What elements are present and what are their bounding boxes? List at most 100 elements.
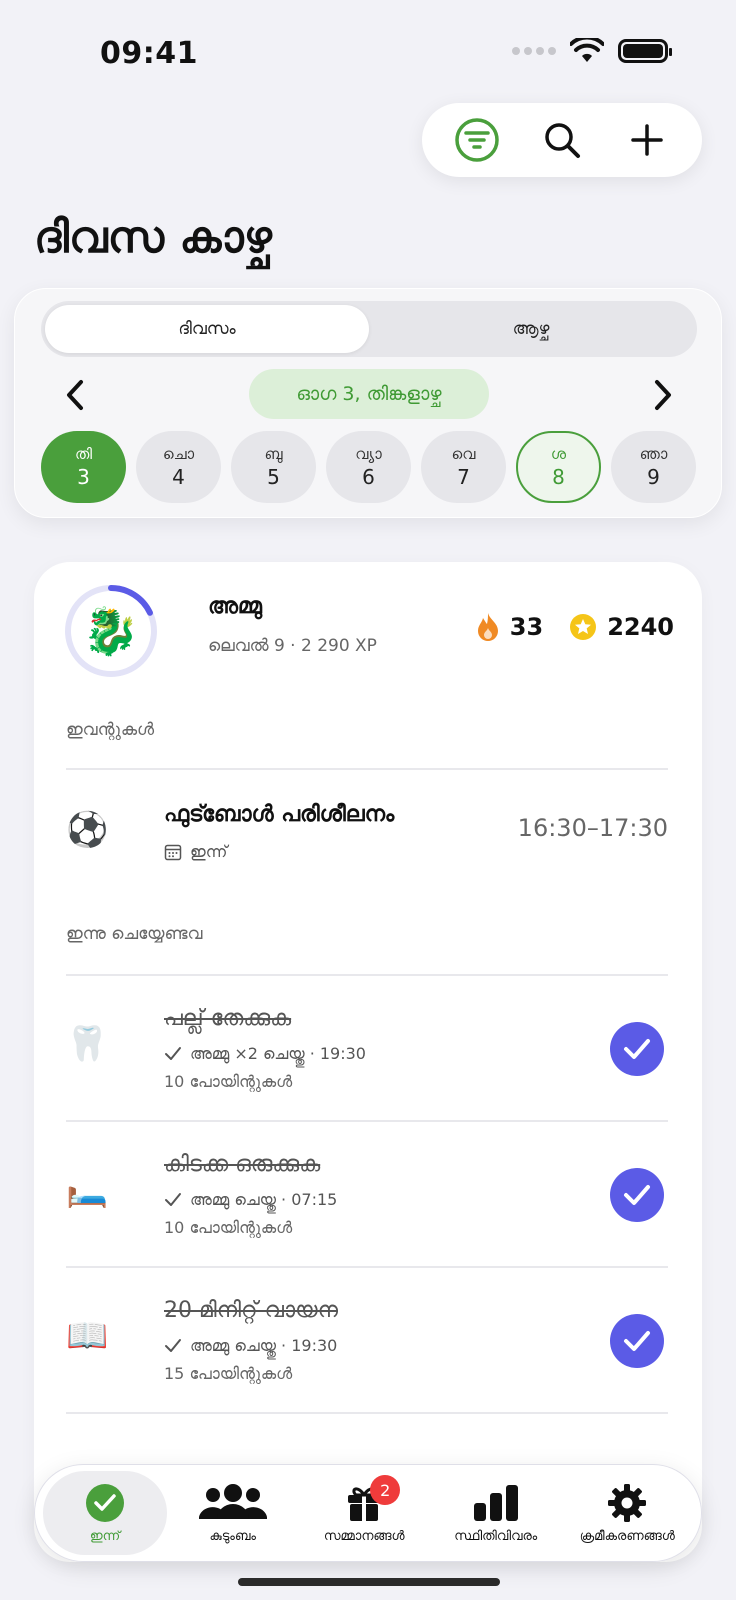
book-icon: 📖 xyxy=(66,1316,109,1356)
day-chip[interactable]: വ്യാ 6 xyxy=(326,431,411,503)
checkmark-icon xyxy=(624,1331,650,1351)
tooth-icon: 🦷 xyxy=(66,1024,109,1064)
todo-meta-text: അമ്മു ചെയ്തു · 07:15 xyxy=(190,1190,338,1209)
profile-name: അമ്മു xyxy=(208,594,262,619)
tab-settings[interactable]: ക്രമീകരണങ്ങൾ xyxy=(562,1471,694,1555)
tab-label: സ്ഥിതിവിവരം xyxy=(454,1528,538,1544)
day-label: വെ xyxy=(451,445,476,463)
profile-level: ലെവൽ 9 · 2 290 XP xyxy=(208,636,377,656)
day-number: 4 xyxy=(172,465,185,489)
todo-complete-toggle[interactable] xyxy=(610,1168,664,1222)
battery-icon xyxy=(618,39,672,63)
page-title: ദിവസ കാഴ്ച xyxy=(34,212,272,263)
todo-title: 20 മിനിറ്റ് വായന xyxy=(164,1298,338,1323)
day-number: 3 xyxy=(77,465,90,489)
checkmark-icon xyxy=(624,1185,650,1205)
search-button[interactable] xyxy=(534,112,590,168)
day-number: 7 xyxy=(457,465,470,489)
todo-meta-text: അമ്മു ചെയ്തു · 19:30 xyxy=(190,1336,338,1355)
event-title: ഫുട്ബോൾ പരിശീലനം xyxy=(164,802,395,827)
view-segmented-control: ദിവസം ആഴ്ച xyxy=(41,301,697,357)
day-chip[interactable]: ശ8 xyxy=(516,431,601,503)
day-chip[interactable]: ഞാ 9 xyxy=(611,431,696,503)
chevron-left-icon xyxy=(67,380,83,410)
status-icons xyxy=(512,38,672,64)
star-coin-icon xyxy=(570,614,597,640)
tab-label: സമ്മാനങ്ങൾ xyxy=(323,1528,405,1544)
todo-row[interactable]: 📖 20 മിനിറ്റ് വായന അമ്മു ചെയ്തു · 19:30 … xyxy=(66,1268,668,1412)
calendar-icon xyxy=(164,844,182,861)
filter-icon xyxy=(454,118,499,162)
signal-icon xyxy=(512,47,556,55)
todo-row[interactable]: 🛏️ കിടക്ക ഒരുക്കുക അമ്മു ചെയ്തു · 07:15 … xyxy=(66,1122,668,1266)
soccer-ball-icon: ⚽ xyxy=(66,810,109,850)
event-time: 16:30–17:30 xyxy=(517,814,668,842)
event-when-label: ഇന്ന് xyxy=(190,842,228,861)
todo-title: കിടക്ക ഒരുക്കുക xyxy=(164,1152,321,1177)
tab-label: കുടുംബം xyxy=(209,1528,256,1544)
day-chip[interactable]: ബു 5 xyxy=(231,431,316,503)
checkmark-icon xyxy=(165,1193,181,1206)
people-icon xyxy=(198,1483,267,1519)
day-label: ശ xyxy=(550,445,567,463)
todo-points: 10 പോയിന്റുകൾ xyxy=(164,1072,293,1091)
checkmark-icon xyxy=(624,1039,650,1059)
tab-stats[interactable]: സ്ഥിതിവിവരം xyxy=(430,1471,562,1555)
todo-meta: അമ്മു ചെയ്തു · 19:30 xyxy=(164,1336,337,1356)
day-number: 9 xyxy=(647,465,660,489)
day-chip[interactable]: വെ 7 xyxy=(421,431,506,503)
points-count: 2240 xyxy=(607,613,674,641)
day-label: വ്യാ xyxy=(355,445,382,463)
todo-points: 10 പോയിന്റുകൾ xyxy=(164,1218,293,1237)
todo-meta: അമ്മു ×2 ചെയ്തു · 19:30 xyxy=(164,1044,366,1064)
add-button[interactable] xyxy=(619,112,675,168)
chevron-right-icon xyxy=(655,380,671,410)
search-icon xyxy=(545,123,580,158)
status-time: 09:41 xyxy=(100,36,198,71)
profile-header[interactable]: 🐉 അമ്മു ലെവൽ 9 · 2 290 XP 33 2240 xyxy=(64,584,674,680)
day-chip[interactable]: ചൊ 4 xyxy=(136,431,221,503)
home-indicator xyxy=(238,1578,500,1586)
todo-title: പല്ല് തേക്കുക xyxy=(164,1006,292,1031)
todo-complete-toggle[interactable] xyxy=(610,1022,664,1076)
segment-week[interactable]: ആഴ്ച xyxy=(369,305,693,353)
main-card: 🐉 അമ്മു ലെവൽ 9 · 2 290 XP 33 2240 ഇവന്റു… xyxy=(34,562,702,1562)
todo-points: 15 പോയിന്റുകൾ xyxy=(164,1364,293,1383)
flame-icon xyxy=(477,613,498,641)
day-label: ബു xyxy=(264,445,283,463)
calendar-card: ദിവസം ആഴ്ച ഓഗ 3, തിങ്കളാഴ്ച തി 3 ചൊ 4 ബു 5 വ്യ… xyxy=(14,288,722,518)
todo-complete-toggle[interactable] xyxy=(610,1314,664,1368)
prev-date-button[interactable] xyxy=(55,375,95,415)
event-row[interactable]: ⚽ ഫുട്ബോൾ പരിശീലനം ഇന്ന് 16:30–17:30 xyxy=(66,788,668,888)
header-actions xyxy=(422,103,702,177)
day-label: ഞാ xyxy=(639,445,668,463)
next-date-button[interactable] xyxy=(643,375,683,415)
tab-label: ക്രമീകരണങ്ങൾ xyxy=(579,1528,675,1544)
wifi-icon xyxy=(570,38,604,62)
dragon-avatar-icon: 🐉 xyxy=(82,603,140,658)
divider xyxy=(66,1412,668,1414)
streak-count: 33 xyxy=(509,613,544,641)
tab-label: ഇന്ന് xyxy=(89,1528,121,1544)
day-number: 8 xyxy=(552,465,565,489)
tab-bar: ഇന്ന് കുടുംബം 2 സമ്മാനങ്ങൾ സ്ഥിതിവിവരം ക… xyxy=(34,1464,702,1562)
todo-meta: അമ്മു ചെയ്തു · 07:15 xyxy=(164,1190,337,1210)
current-date-chip[interactable]: ഓഗ 3, തിങ്കളാഴ്ച xyxy=(249,369,489,419)
bed-icon: 🛏️ xyxy=(66,1170,109,1210)
status-bar: 09:41 xyxy=(0,0,736,100)
points-stat: 2240 xyxy=(569,613,674,641)
todo-row[interactable]: 🦷 പല്ല് തേക്കുക അമ്മു ×2 ചെയ്തു · 19:30 … xyxy=(66,976,668,1120)
tab-family[interactable]: കുടുംബം xyxy=(167,1471,299,1555)
filter-button[interactable] xyxy=(449,112,505,168)
day-number: 6 xyxy=(362,465,375,489)
day-label: ചൊ xyxy=(162,445,195,463)
chart-icon xyxy=(473,1484,518,1521)
gear-icon xyxy=(608,1483,647,1522)
tab-today[interactable]: ഇന്ന് xyxy=(43,1471,167,1555)
events-section-label: ഇവന്റുകൾ xyxy=(66,720,155,740)
todos-section-label: ഇന്നു ചെയ്യേണ്ടവ xyxy=(66,924,203,944)
segment-day[interactable]: ദിവസം xyxy=(45,305,369,353)
day-chip[interactable]: തി 3 xyxy=(41,431,126,503)
day-label: തി xyxy=(75,445,92,463)
tab-rewards[interactable]: 2 സമ്മാനങ്ങൾ xyxy=(299,1471,431,1555)
